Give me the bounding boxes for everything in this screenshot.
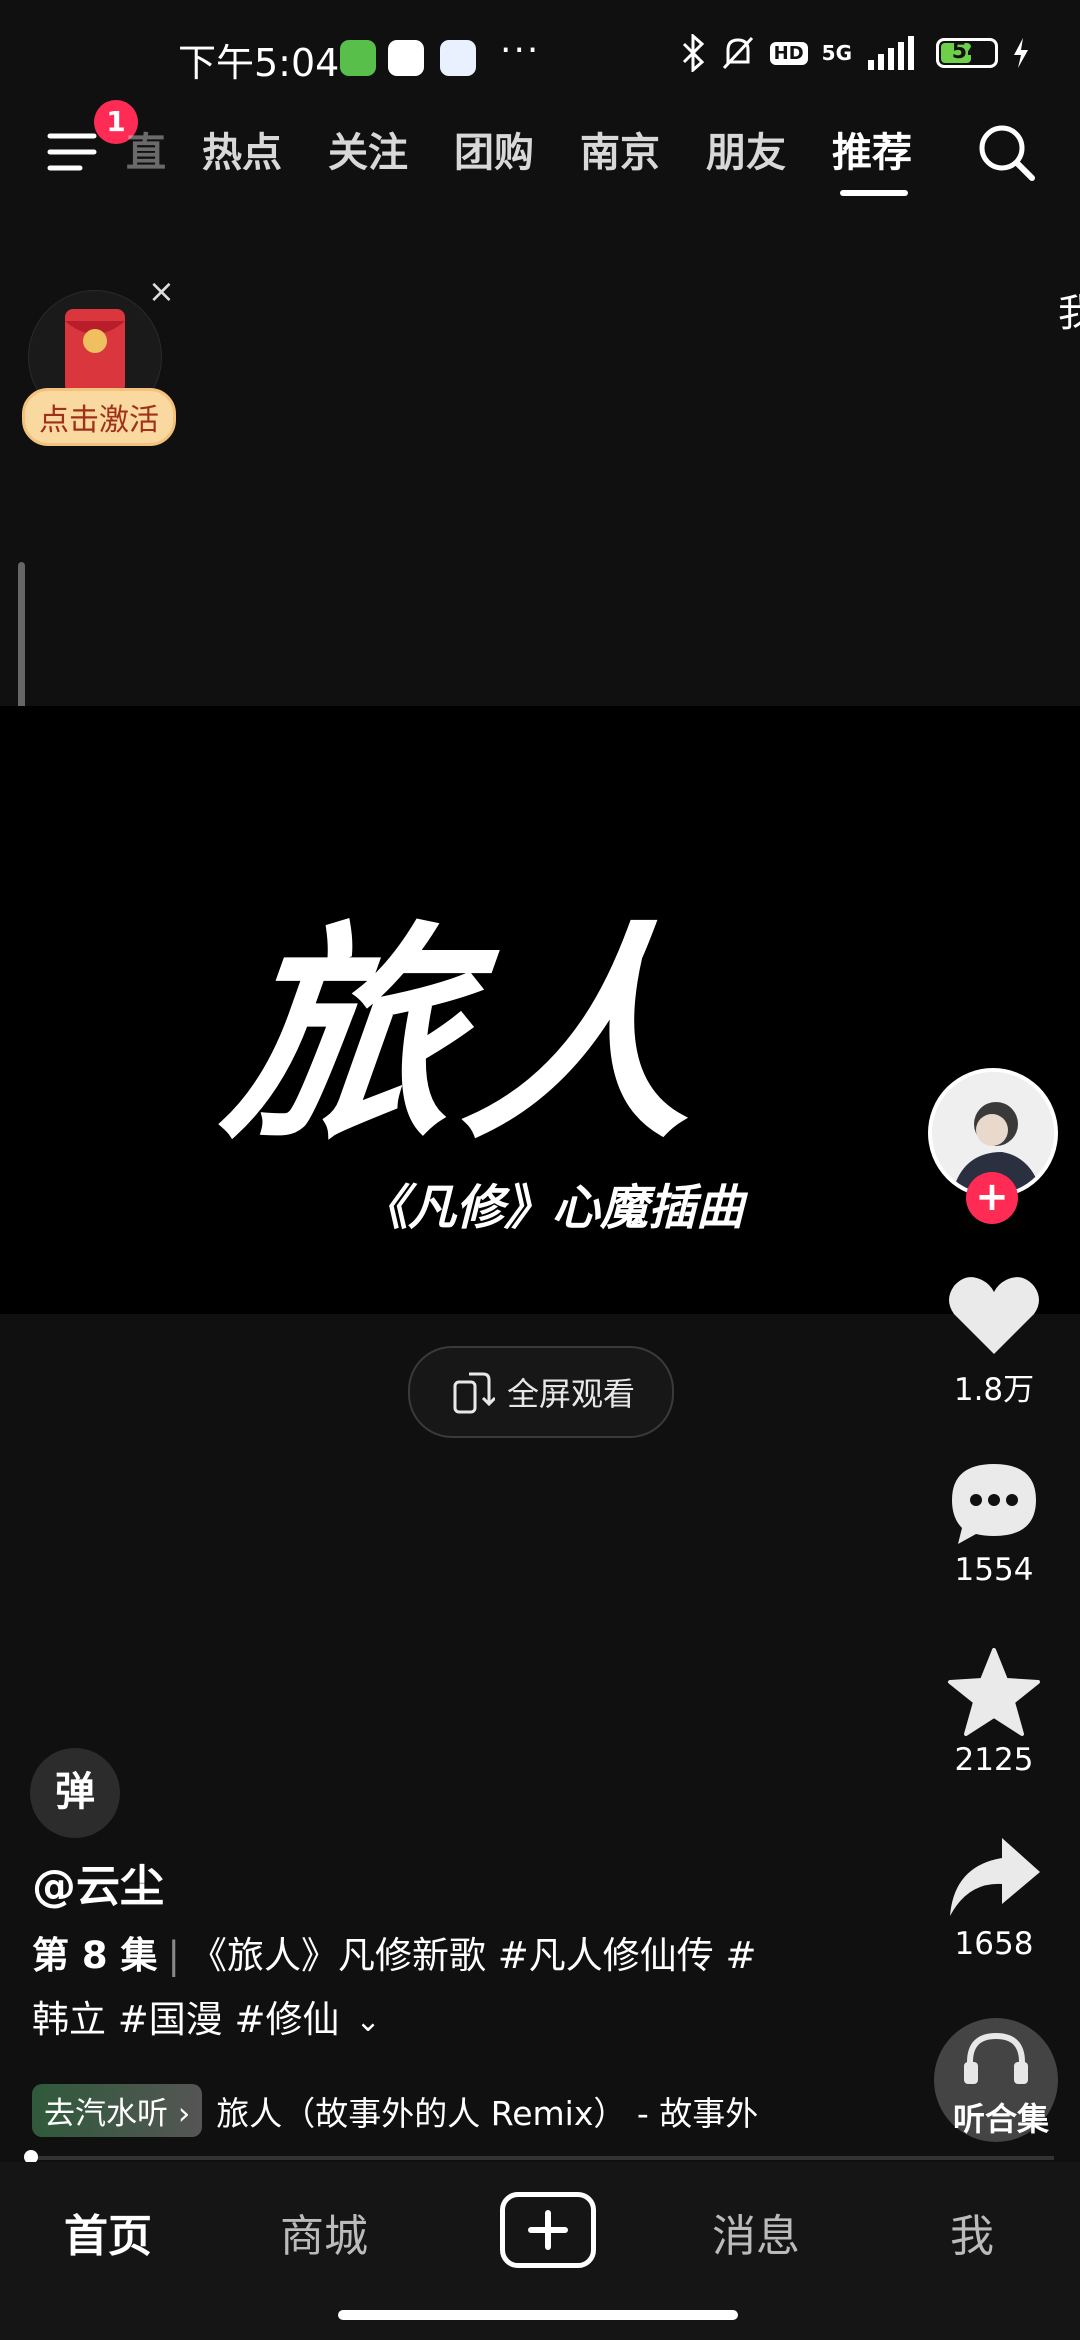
bluetooth-icon (682, 34, 704, 72)
like-heart-icon[interactable] (944, 1270, 1044, 1360)
rotate-screen-icon (453, 1372, 495, 1414)
status-time: 下午5:04 (178, 41, 340, 85)
search-icon[interactable] (972, 118, 1042, 188)
tab-mall[interactable]: 商城 (280, 2200, 368, 2264)
episode-separator: | (167, 1934, 180, 1977)
share-arrow-icon[interactable] (944, 1832, 1044, 1922)
video-subtitle-art: 《凡修》心魔插曲 (360, 1180, 745, 1236)
share-count: 1658 (954, 1926, 1034, 1962)
plus-icon (528, 2210, 568, 2250)
comment-count: 1554 (954, 1552, 1034, 1588)
mute-bell-icon (722, 36, 753, 70)
music-row[interactable]: 去汽水听 › 旅人（故事外的人 Remix） - 故事外 (32, 2084, 758, 2137)
comment-icon[interactable] (944, 1458, 1044, 1548)
favorite-count: 2125 (954, 1742, 1034, 1778)
video-title-art: 旅人 (213, 901, 723, 1171)
tab-partial[interactable]: 直 (126, 120, 166, 178)
charging-icon (1014, 38, 1028, 68)
listen-collection-label: 听合集 (952, 2100, 1049, 2138)
follow-button[interactable]: + (966, 1172, 1018, 1224)
music-app-tag[interactable]: 去汽水听 › (32, 2084, 203, 2137)
create-button[interactable] (500, 2192, 596, 2268)
tab-home[interactable]: 首页 (64, 2200, 152, 2264)
headphones-icon (964, 2032, 1028, 2084)
tab-follow[interactable]: 关注 (328, 120, 408, 178)
tab-nanjing[interactable]: 南京 (580, 120, 660, 178)
danmu-toggle-button[interactable]: 弹 (30, 1748, 120, 1838)
tab-recommend[interactable]: 推荐 (832, 120, 912, 178)
post-description[interactable]: 第 8 集 | 《旅人》凡修新歌 #凡人修仙传 # 韩立 #国漫 #修仙 ⌄ (32, 1924, 852, 2054)
author-name[interactable]: @云尘 (32, 1850, 164, 1914)
video-progress-bar[interactable] (28, 2156, 1054, 2160)
battery-indicator: 54 (936, 38, 998, 68)
chevron-right-icon: › (177, 2096, 191, 2132)
tab-hot[interactable]: 热点 (202, 120, 282, 178)
tab-group-buy[interactable]: 团购 (454, 120, 534, 178)
activate-button[interactable]: 点击激活 (22, 388, 176, 446)
wechat-app-icon (340, 40, 376, 76)
episode-label: 第 8 集 (32, 1934, 158, 1977)
status-right: HD 5G 54 (680, 34, 1030, 72)
edge-text: 我 (1058, 291, 1080, 335)
expand-chevron-icon[interactable]: ⌄ (356, 1990, 381, 2054)
58-app-icon (388, 40, 424, 76)
tab-me[interactable]: 我 (950, 2200, 994, 2264)
fullscreen-button[interactable]: 全屏观看 (408, 1346, 674, 1438)
scroll-indicator (18, 562, 25, 722)
active-tab-indicator (840, 190, 908, 196)
signal-bars-icon (868, 36, 914, 70)
home-indicator (338, 2310, 738, 2320)
tab-messages[interactable]: 消息 (712, 2200, 800, 2264)
fullscreen-label: 全屏观看 (506, 1375, 635, 1413)
favorite-star-icon[interactable] (944, 1648, 1044, 1738)
close-icon[interactable]: × (148, 272, 175, 310)
description-line1: 《旅人》凡修新歌 #凡人修仙传 # (189, 1934, 757, 1977)
description-line2: 韩立 #国漫 #修仙 (32, 1998, 340, 2041)
tab-friends[interactable]: 朋友 (706, 120, 786, 178)
music-track: 旅人（故事外的人 Remix） - 故事外 (216, 2093, 759, 2133)
hd-badge: HD (769, 41, 808, 65)
status-more: ··· (500, 30, 541, 71)
signal-label: 5G (821, 41, 852, 65)
cloud-app-icon (440, 40, 476, 76)
like-count: 1.8万 (953, 1372, 1035, 1408)
